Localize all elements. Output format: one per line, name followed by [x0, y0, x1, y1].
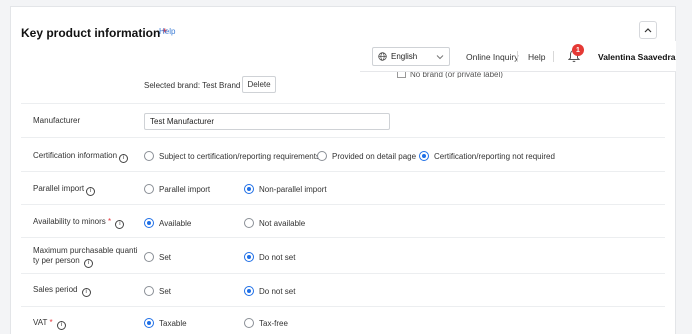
max-purchase-label: Maximum purchasable quanti ty per person …	[33, 246, 138, 268]
info-icon[interactable]: i	[83, 259, 93, 268]
globe-icon	[378, 52, 387, 61]
radio-max-purchase-set[interactable]: Set	[144, 252, 171, 262]
radio-cert-subject[interactable]: Subject to certification/reporting requi…	[144, 151, 320, 161]
parallel-import-label: Parallel import i	[33, 184, 143, 196]
manufacturer-input[interactable]: Test Manufacturer	[144, 113, 390, 130]
info-icon[interactable]: i	[56, 321, 66, 330]
minors-label: Availability to minors * i	[33, 217, 143, 229]
vat-row: VAT * i Taxable Tax-free	[11, 306, 675, 334]
sales-period-row: Sales period i Set Do not set	[11, 273, 675, 306]
radio-icon	[144, 318, 154, 328]
online-inquiry-link[interactable]: Online Inquiry	[466, 52, 518, 62]
radio-minors-available[interactable]: Available	[144, 218, 191, 228]
language-value: English	[391, 52, 418, 61]
radio-icon	[244, 318, 254, 328]
brand-row: Selected brand: Test Brand Delete No bra…	[11, 69, 675, 103]
divider	[553, 51, 554, 62]
vat-label: VAT * i	[33, 318, 143, 330]
notification-badge: 1	[572, 44, 584, 56]
radio-parallel-import[interactable]: Parallel import	[144, 184, 210, 194]
max-purchase-row: Maximum purchasable quanti ty per person …	[11, 237, 675, 273]
section-title: Key product information *	[21, 26, 168, 40]
radio-icon	[244, 252, 254, 262]
radio-icon	[144, 184, 154, 194]
radio-sales-period-set[interactable]: Set	[144, 286, 171, 296]
info-icon[interactable]: i	[81, 288, 91, 297]
info-icon[interactable]: i	[86, 187, 96, 196]
sales-period-label: Sales period i	[33, 285, 143, 297]
info-icon[interactable]: i	[115, 220, 125, 229]
radio-cert-detail-page[interactable]: Provided on detail page	[317, 151, 416, 161]
radio-cert-not-required[interactable]: Certification/reporting not required	[419, 151, 555, 161]
help-nav-link[interactable]: Help	[528, 52, 545, 62]
certification-label: Certification information i	[33, 151, 143, 163]
minors-row: Availability to minors * i Available Not…	[11, 204, 675, 237]
radio-vat-tax-free[interactable]: Tax-free	[244, 318, 288, 328]
radio-sales-period-not-set[interactable]: Do not set	[244, 286, 295, 296]
divider	[517, 51, 518, 62]
selected-brand-text: Selected brand: Test Brand	[144, 81, 241, 90]
radio-non-parallel-import[interactable]: Non-parallel import	[244, 184, 327, 194]
radio-icon	[144, 151, 154, 161]
radio-icon	[144, 286, 154, 296]
radio-icon	[244, 184, 254, 194]
manufacturer-row: Manufacturer Test Manufacturer	[11, 103, 675, 137]
help-link[interactable]: Help	[159, 27, 175, 36]
radio-vat-taxable[interactable]: Taxable	[144, 318, 187, 328]
collapse-button[interactable]	[639, 21, 657, 39]
radio-icon	[317, 151, 327, 161]
chevron-up-icon	[644, 28, 652, 33]
parallel-import-row: Parallel import i Parallel import Non-par…	[11, 171, 675, 204]
radio-icon	[244, 286, 254, 296]
radio-icon	[244, 218, 254, 228]
radio-icon	[144, 252, 154, 262]
info-icon[interactable]: i	[119, 154, 129, 163]
chevron-down-icon	[436, 54, 444, 60]
radio-max-purchase-not-set[interactable]: Do not set	[244, 252, 295, 262]
delete-brand-button[interactable]: Delete	[242, 76, 276, 93]
top-header-bar: English Online Inquiry Help 1 Valentina …	[360, 41, 676, 72]
language-select[interactable]: English	[372, 47, 450, 66]
certification-row: Certification information i Subject to ce…	[11, 137, 675, 171]
radio-icon	[144, 218, 154, 228]
radio-icon	[419, 151, 429, 161]
radio-minors-not-available[interactable]: Not available	[244, 218, 305, 228]
manufacturer-label: Manufacturer	[33, 116, 81, 125]
user-name[interactable]: Valentina Saavedra	[598, 52, 676, 62]
